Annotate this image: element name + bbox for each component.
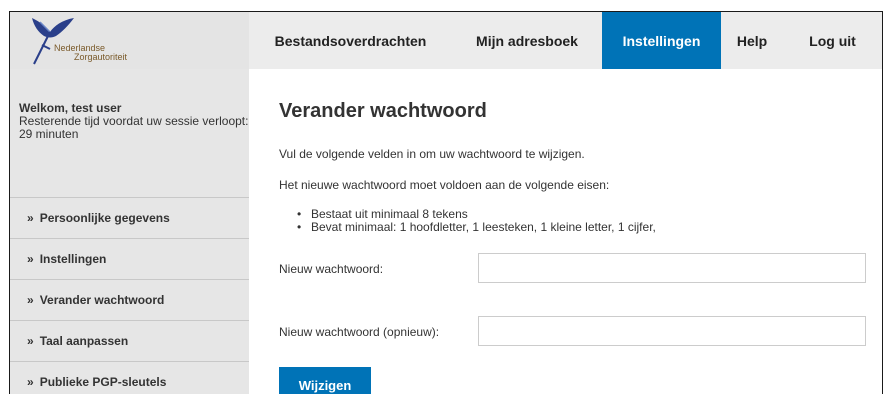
chevron-right-icon: » bbox=[27, 211, 34, 225]
chevron-right-icon: » bbox=[27, 375, 34, 389]
logo-text: Nederlandse Zorgautoriteit bbox=[54, 44, 127, 62]
sidebar: Welkom, test user Resterende tijd voorda… bbox=[10, 69, 249, 394]
requirements-intro: Het nieuwe wachtwoord moet voldoen aan d… bbox=[279, 178, 610, 192]
logo-line2: Zorgautoriteit bbox=[74, 52, 128, 62]
page-title: Verander wachtwoord bbox=[279, 100, 487, 122]
sidebar-item-label: Instellingen bbox=[39, 252, 107, 266]
logo[interactable]: Nederlandse Zorgautoriteit bbox=[10, 12, 249, 69]
welcome-box: Welkom, test user Resterende tijd voorda… bbox=[10, 69, 249, 197]
sidebar-item-label: Publieke PGP-sleutels bbox=[39, 375, 167, 389]
sidebar-item-label: Verander wachtwoord bbox=[39, 293, 165, 307]
sidebar-menu: » Persoonlijke gegevens » Instellingen »… bbox=[10, 197, 249, 394]
new-password-field[interactable] bbox=[478, 253, 866, 283]
requirements-list: Bestaat uit minimaal 8 tekens Bevat mini… bbox=[297, 208, 656, 235]
sidebar-item-taal-aanpassen[interactable]: » Taal aanpassen bbox=[10, 321, 249, 362]
new-password-repeat-label: Nieuw wachtwoord (opnieuw): bbox=[279, 325, 440, 339]
intro-text: Vul de volgende velden in om uw wachtwoo… bbox=[279, 147, 585, 161]
header: Nederlandse Zorgautoriteit Bestandsoverd… bbox=[10, 12, 882, 69]
main-content: Verander wachtwoord Vul de volgende veld… bbox=[249, 69, 882, 394]
nav-item-mijn-adresboek[interactable]: Mijn adresboek bbox=[452, 12, 602, 69]
sidebar-item-label: Persoonlijke gegevens bbox=[39, 211, 170, 225]
sidebar-item-publieke-pgp-sleutels[interactable]: » Publieke PGP-sleutels bbox=[10, 362, 249, 394]
top-nav: Bestandsoverdrachten Mijn adresboek Inst… bbox=[249, 12, 882, 69]
sidebar-item-persoonlijke-gegevens[interactable]: » Persoonlijke gegevens bbox=[10, 198, 249, 239]
sidebar-item-label: Taal aanpassen bbox=[39, 334, 129, 348]
sidebar-item-instellingen[interactable]: » Instellingen bbox=[10, 239, 249, 280]
app-window: Nederlandse Zorgautoriteit Bestandsoverd… bbox=[9, 11, 883, 394]
nav-item-bestandsoverdrachten[interactable]: Bestandsoverdrachten bbox=[249, 12, 452, 69]
list-item: Bevat minimaal: 1 hoofdletter, 1 leestek… bbox=[297, 221, 656, 235]
new-password-label: Nieuw wachtwoord: bbox=[279, 262, 384, 276]
session-timer-text: Resterende tijd voordat uw sessie verloo… bbox=[19, 114, 249, 141]
chevron-right-icon: » bbox=[27, 334, 34, 348]
nav-item-instellingen[interactable]: Instellingen bbox=[602, 12, 721, 69]
chevron-right-icon: » bbox=[27, 252, 34, 266]
nav-item-help[interactable]: Help bbox=[721, 12, 783, 69]
sidebar-item-verander-wachtwoord[interactable]: » Verander wachtwoord bbox=[10, 280, 249, 321]
new-password-repeat-field[interactable] bbox=[478, 316, 866, 346]
chevron-right-icon: » bbox=[27, 293, 34, 307]
change-password-button[interactable]: Wijzigen bbox=[279, 367, 371, 394]
nav-item-log-uit[interactable]: Log uit bbox=[783, 12, 882, 69]
